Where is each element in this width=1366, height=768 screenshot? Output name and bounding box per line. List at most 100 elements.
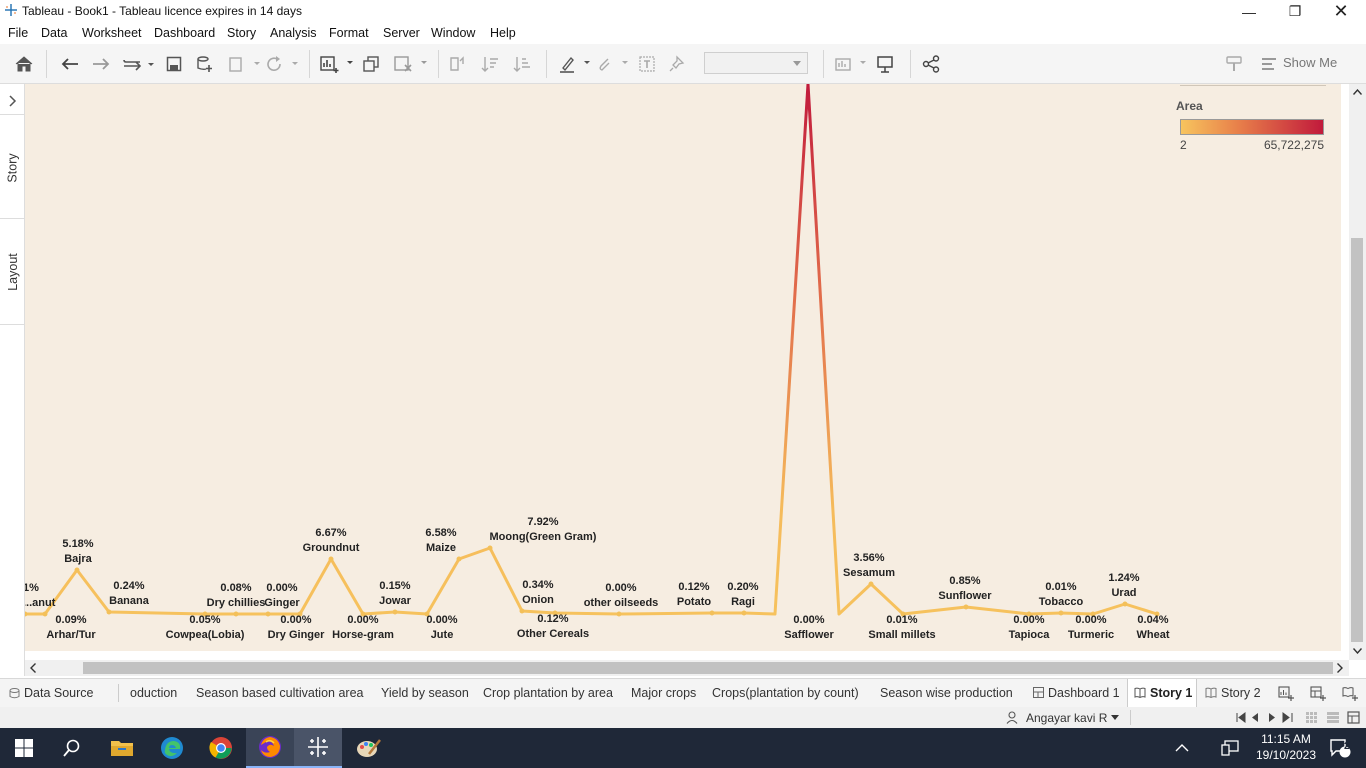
line-chart[interactable]: 1% ...anut 0.09% Arhar/Tur 5.18% Bajra 0.24% Ba…	[22, 82, 1341, 651]
new-story-tab-icon[interactable]	[1342, 686, 1358, 701]
share-icon[interactable]	[920, 52, 942, 76]
scroll-up-icon[interactable]	[1353, 89, 1362, 95]
data-point[interactable]	[616, 611, 622, 617]
new-worksheet-tab-icon[interactable]	[1278, 686, 1294, 701]
tab-season-wise-production[interactable]: Season wise production	[880, 686, 1013, 700]
new-worksheet-icon[interactable]	[318, 52, 354, 76]
highlight-icon[interactable]	[556, 52, 592, 76]
fit-selector[interactable]	[704, 52, 808, 74]
notifications-icon[interactable]: 2	[1320, 728, 1360, 768]
data-point[interactable]	[42, 611, 48, 617]
tab-crops-plantation-by-count[interactable]: Crops(plantation by count)	[712, 686, 859, 700]
search-icon[interactable]	[48, 728, 96, 768]
tab-story-2[interactable]: Story 2	[1221, 686, 1261, 700]
vertical-scroll-thumb[interactable]	[1351, 238, 1363, 642]
show-hidden-icons-chevron-icon[interactable]	[1160, 728, 1204, 768]
horizontal-scroll-thumb[interactable]	[83, 662, 1333, 674]
sort-descending-icon[interactable]	[511, 52, 533, 76]
menu-file[interactable]: File	[8, 26, 28, 40]
taskbar-clock[interactable]: 11:15 AM 19/10/2023	[1249, 731, 1323, 763]
tab-story-1[interactable]: Story 1	[1150, 686, 1192, 700]
tab-dashboard-1[interactable]: Dashboard 1	[1048, 686, 1120, 700]
data-point[interactable]	[1122, 601, 1128, 607]
swap-icon[interactable]	[120, 52, 156, 76]
show-me-button[interactable]: Show Me	[1283, 55, 1337, 70]
story-tab[interactable]: Story	[0, 118, 25, 218]
expand-panel-icon[interactable]	[0, 88, 25, 114]
minimize-button[interactable]: —	[1226, 0, 1272, 23]
tab-major-crops[interactable]: Major crops	[631, 686, 696, 700]
data-point[interactable]	[868, 581, 874, 587]
save-icon[interactable]	[163, 52, 185, 76]
layout-tab[interactable]: Layout	[0, 222, 25, 322]
user-name[interactable]: Angayar kavi R	[1026, 711, 1107, 725]
menu-window[interactable]: Window	[431, 26, 475, 40]
data-point[interactable]	[74, 567, 80, 573]
paint-app-icon[interactable]	[344, 728, 392, 768]
undo-icon[interactable]	[58, 52, 82, 76]
home-icon[interactable]	[12, 52, 36, 76]
restore-button[interactable]: ❐	[1272, 0, 1318, 23]
tab-crop-plantation-by-area[interactable]: Crop plantation by area	[483, 686, 613, 700]
swap-rows-columns-icon[interactable]	[446, 52, 468, 76]
data-point[interactable]	[233, 611, 239, 617]
close-button[interactable]: ✕	[1318, 0, 1364, 23]
menu-story[interactable]: Story	[227, 26, 256, 40]
chrome-browser-icon[interactable]	[197, 728, 245, 768]
vertical-scrollbar[interactable]	[1349, 84, 1366, 660]
pin-icon[interactable]	[666, 52, 688, 76]
menu-server[interactable]: Server	[383, 26, 420, 40]
scroll-down-icon[interactable]	[1353, 648, 1362, 654]
data-point[interactable]	[963, 604, 969, 610]
color-legend-bar[interactable]	[1180, 119, 1324, 135]
menu-data[interactable]: Data	[41, 26, 67, 40]
chart-canvas[interactable]: 1% ...anut 0.09% Arhar/Tur 5.18% Bajra 0.24% Ba…	[22, 82, 1341, 651]
menu-format[interactable]: Format	[329, 26, 369, 40]
data-point[interactable]	[1058, 610, 1064, 616]
new-dashboard-tab-icon[interactable]	[1310, 686, 1326, 701]
presentation-mode-icon[interactable]	[874, 52, 896, 76]
edge-browser-icon[interactable]	[148, 728, 196, 768]
show-me-icon[interactable]	[1260, 52, 1278, 76]
data-point[interactable]	[709, 610, 715, 616]
menu-analysis[interactable]: Analysis	[270, 26, 317, 40]
duplicate-icon[interactable]	[360, 52, 382, 76]
paste-icon[interactable]	[226, 52, 262, 76]
data-point[interactable]	[519, 608, 525, 614]
tab-production[interactable]: oduction	[130, 686, 177, 700]
tab-yield-by-season[interactable]: Yield by season	[381, 686, 469, 700]
file-explorer-icon[interactable]	[98, 728, 146, 768]
data-point[interactable]	[106, 609, 112, 615]
sheet-navigation-icons[interactable]	[1236, 712, 1294, 723]
labels-icon[interactable]	[636, 52, 658, 76]
data-point[interactable]	[487, 545, 493, 551]
view-mode-icons[interactable]	[1305, 711, 1361, 724]
data-point[interactable]	[265, 611, 271, 617]
tab-season-based-cultivation-area[interactable]: Season based cultivation area	[196, 686, 363, 700]
sort-ascending-icon[interactable]	[479, 52, 501, 76]
firefox-browser-icon[interactable]	[246, 728, 294, 768]
data-point[interactable]	[741, 610, 747, 616]
group-icon[interactable]	[594, 52, 630, 76]
tableau-app-icon[interactable]	[294, 728, 342, 768]
menu-help[interactable]: Help	[490, 26, 516, 40]
format-painter-icon[interactable]	[1222, 52, 1246, 76]
redo-icon[interactable]	[89, 52, 113, 76]
horizontal-scrollbar[interactable]	[25, 660, 1349, 676]
presentation-view-icon[interactable]	[832, 52, 868, 76]
data-point[interactable]	[392, 609, 398, 615]
user-menu-chevron-icon[interactable]	[1111, 715, 1119, 720]
tab-data-source[interactable]: Data Source	[24, 686, 93, 700]
data-point[interactable]	[456, 556, 462, 562]
refresh-icon[interactable]	[264, 52, 300, 76]
new-datasource-icon[interactable]	[194, 52, 216, 76]
scroll-left-icon[interactable]	[30, 663, 36, 673]
scroll-right-icon[interactable]	[1337, 663, 1343, 673]
network-icon[interactable]	[1208, 728, 1252, 768]
data-point[interactable]	[328, 556, 334, 562]
clear-sheet-icon[interactable]	[392, 52, 428, 76]
data-point[interactable]	[22, 611, 28, 617]
windows-start-icon[interactable]	[0, 728, 48, 768]
menu-dashboard[interactable]: Dashboard	[154, 26, 215, 40]
menu-worksheet[interactable]: Worksheet	[82, 26, 142, 40]
